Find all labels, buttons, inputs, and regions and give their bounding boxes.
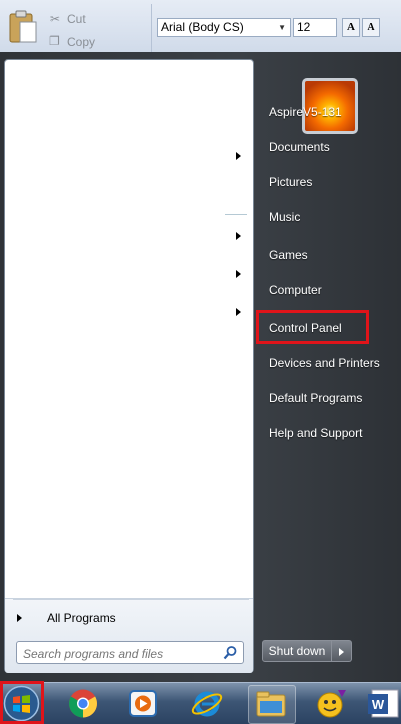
menu-item-user[interactable]: AspireV5-131 [265, 100, 394, 124]
submenu-arrow-icon[interactable] [236, 152, 241, 160]
cut-label[interactable]: Cut [67, 12, 86, 26]
all-programs-label: All Programs [47, 611, 116, 625]
shutdown-options-button[interactable] [332, 640, 352, 662]
submenu-arrow-icon[interactable] [236, 308, 241, 316]
submenu-arrow-icon[interactable] [236, 232, 241, 240]
menu-item-default-programs[interactable]: Default Programs [265, 386, 394, 410]
shrink-font-button[interactable]: A [362, 18, 380, 37]
taskbar: W [0, 681, 401, 724]
all-programs-arrow-icon [17, 614, 22, 622]
start-menu: All Programs AspireV5-131 Documents Pict… [0, 52, 401, 682]
all-programs-button[interactable]: All Programs [13, 607, 243, 629]
grow-font-button[interactable]: A [342, 18, 360, 37]
program-list-separator [225, 214, 247, 215]
start-orb-highlight [0, 681, 44, 724]
search-box[interactable] [16, 641, 244, 664]
control-panel-highlight [256, 310, 369, 344]
menu-item-games[interactable]: Games [265, 243, 394, 267]
svg-text:W: W [372, 697, 385, 712]
dropdown-arrow-icon: ▼ [278, 23, 286, 32]
menu-item-pictures[interactable]: Pictures [265, 170, 394, 194]
font-size-dropdown[interactable]: 12 [293, 18, 337, 37]
paste-icon[interactable] [8, 8, 38, 44]
font-name-dropdown[interactable]: Arial (Body CS) ▼ [157, 18, 291, 37]
menu-item-documents[interactable]: Documents [265, 135, 394, 159]
start-menu-programs-panel: All Programs [4, 59, 254, 673]
internet-explorer-icon[interactable] [190, 687, 224, 720]
chrome-icon[interactable] [66, 687, 100, 720]
shutdown-arrow-icon [339, 648, 344, 656]
cut-icon[interactable]: ✂ [50, 12, 60, 26]
font-size-value: 12 [297, 20, 311, 34]
media-player-icon[interactable] [126, 687, 160, 720]
windows-explorer-icon[interactable] [254, 687, 288, 720]
copy-icon[interactable]: ❐ [49, 34, 60, 48]
search-icon[interactable] [223, 645, 238, 660]
yahoo-messenger-icon[interactable] [314, 687, 348, 720]
search-input[interactable] [21, 644, 221, 663]
ribbon-separator [151, 4, 152, 54]
menu-item-devices-and-printers[interactable]: Devices and Printers [265, 351, 394, 375]
copy-label[interactable]: Copy [67, 35, 95, 49]
all-programs-divider [13, 599, 249, 600]
submenu-arrow-icon[interactable] [236, 270, 241, 278]
menu-item-computer[interactable]: Computer [265, 278, 394, 302]
menu-item-music[interactable]: Music [265, 205, 394, 229]
word-icon[interactable]: W [366, 687, 400, 720]
start-menu-footer: All Programs [5, 598, 253, 673]
font-name-value: Arial (Body CS) [161, 20, 244, 34]
shutdown-button[interactable]: Shut down [262, 640, 332, 662]
menu-item-help-and-support[interactable]: Help and Support [265, 421, 394, 445]
shutdown-group: Shut down [262, 640, 357, 662]
